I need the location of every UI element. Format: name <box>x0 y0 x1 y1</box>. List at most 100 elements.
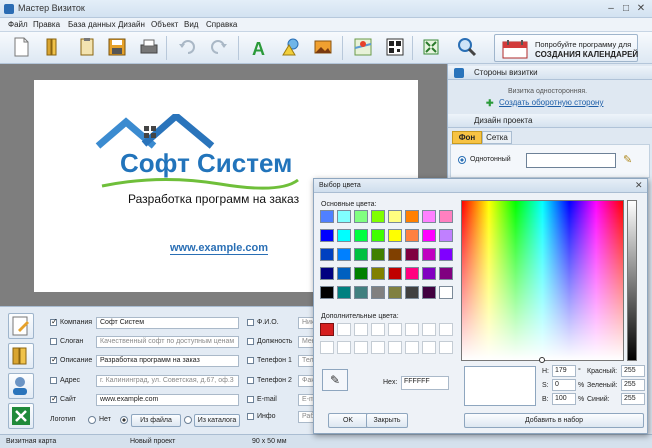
menu-database[interactable]: База данных <box>68 20 116 29</box>
custom-color-swatch[interactable] <box>388 323 402 336</box>
new-file-icon[interactable] <box>10 36 32 58</box>
menu-view[interactable]: Вид <box>184 20 198 29</box>
basic-color-swatch[interactable] <box>405 267 419 280</box>
red-input[interactable]: 255 <box>621 365 645 377</box>
brightness-slider[interactable] <box>627 200 637 361</box>
basic-color-swatch[interactable] <box>320 210 334 223</box>
menu-edit[interactable]: Правка <box>33 20 60 29</box>
menu-object[interactable]: Объект <box>151 20 178 29</box>
card-slogan-text[interactable]: Разработка программ на заказ <box>128 192 299 206</box>
basic-color-swatch[interactable] <box>422 286 436 299</box>
basic-color-swatch[interactable] <box>337 248 351 261</box>
custom-color-swatch[interactable] <box>388 341 402 354</box>
field-checkbox[interactable] <box>50 394 58 403</box>
custom-color-swatch[interactable] <box>422 323 436 336</box>
basic-color-swatch[interactable] <box>371 210 385 223</box>
sides-panel-header[interactable]: Стороны визитки <box>448 66 652 80</box>
basic-color-swatch[interactable] <box>388 248 402 261</box>
field-input[interactable]: Факс <box>298 375 314 387</box>
promo-calendar-button[interactable]: Попробуйте программу для СОЗДАНИЯ КАЛЕНД… <box>494 34 638 62</box>
basic-color-swatch[interactable] <box>439 210 453 223</box>
field-input[interactable]: Тел. <box>298 355 314 367</box>
basic-color-swatch[interactable] <box>354 286 368 299</box>
logo-file-radio[interactable] <box>120 416 128 424</box>
basic-color-swatch[interactable] <box>354 229 368 242</box>
basic-color-swatch[interactable] <box>320 267 334 280</box>
contacts-icon[interactable] <box>8 373 34 399</box>
basic-color-swatch[interactable] <box>320 286 334 299</box>
undo-icon[interactable] <box>176 36 198 58</box>
field-checkbox[interactable] <box>247 338 254 345</box>
field-input[interactable]: www.example.com <box>96 394 239 406</box>
text-tool-icon[interactable]: A <box>248 36 270 59</box>
menu-help[interactable]: Справка <box>206 20 237 29</box>
create-back-side-link[interactable]: Создать оборотную сторону <box>499 98 603 107</box>
custom-color-swatch[interactable] <box>405 341 419 354</box>
add-to-set-button[interactable]: Добавить в набор <box>464 413 644 428</box>
spectrum-cursor[interactable] <box>539 357 545 363</box>
field-checkbox[interactable] <box>50 338 57 345</box>
field-input[interactable]: Ники <box>298 317 314 329</box>
basic-color-swatch[interactable] <box>388 210 402 223</box>
tab-grid[interactable]: Сетка <box>482 131 512 144</box>
field-checkbox[interactable] <box>50 377 57 384</box>
redo-icon[interactable] <box>208 36 230 58</box>
eyedropper-icon[interactable]: ✎ <box>623 153 632 166</box>
dialog-close-icon[interactable]: ✕ <box>635 180 643 191</box>
field-input[interactable]: Качественный софт по доступным ценам <box>96 336 239 348</box>
basic-color-swatch[interactable] <box>439 229 453 242</box>
solid-fill-radio[interactable] <box>458 156 466 164</box>
basic-color-swatch[interactable] <box>337 267 351 280</box>
basic-color-swatch[interactable] <box>320 248 334 261</box>
design-panel-header[interactable]: Дизайн проекта <box>448 114 652 128</box>
minimize-button[interactable]: – <box>604 2 618 15</box>
dialog-close-button[interactable]: Закрыть <box>366 413 408 428</box>
zoom-icon[interactable] <box>456 36 478 58</box>
basic-color-swatch[interactable] <box>405 248 419 261</box>
template-icon[interactable] <box>76 36 98 58</box>
close-button[interactable]: ✕ <box>634 2 648 15</box>
blue-input[interactable]: 255 <box>621 393 645 405</box>
basic-color-swatch[interactable] <box>388 229 402 242</box>
basic-color-swatch[interactable] <box>405 210 419 223</box>
basic-color-swatch[interactable] <box>388 267 402 280</box>
field-checkbox[interactable] <box>247 413 254 420</box>
field-checkbox[interactable] <box>247 396 254 403</box>
logo-catalog-radio[interactable] <box>184 416 192 424</box>
custom-color-swatch[interactable] <box>439 323 453 336</box>
green-input[interactable]: 255 <box>621 379 645 391</box>
logo-none-radio[interactable] <box>88 416 96 424</box>
h-input[interactable]: 179 <box>552 365 576 377</box>
field-checkbox[interactable] <box>50 355 58 364</box>
basic-color-swatch[interactable] <box>388 286 402 299</box>
basic-color-swatch[interactable] <box>422 210 436 223</box>
open-file-icon[interactable] <box>42 36 64 58</box>
edit-text-icon[interactable] <box>8 313 34 339</box>
basic-color-swatch[interactable] <box>405 229 419 242</box>
basic-color-swatch[interactable] <box>371 229 385 242</box>
field-input[interactable]: Мене <box>298 336 314 348</box>
fit-page-icon[interactable] <box>420 36 442 58</box>
field-checkbox[interactable] <box>247 357 254 364</box>
hex-input[interactable]: FFFFFF <box>401 376 449 390</box>
custom-color-swatch[interactable] <box>354 323 368 336</box>
s-input[interactable]: 0 <box>552 379 576 391</box>
custom-color-swatch[interactable] <box>337 323 351 336</box>
field-input[interactable]: E-ma <box>298 394 314 406</box>
basic-color-swatch[interactable] <box>354 210 368 223</box>
basic-color-swatch[interactable] <box>422 267 436 280</box>
basic-color-swatch[interactable] <box>337 210 351 223</box>
custom-color-swatch[interactable] <box>320 323 334 336</box>
color-spectrum[interactable] <box>461 200 624 361</box>
tab-background[interactable]: Фон <box>452 131 482 144</box>
basic-color-swatch[interactable] <box>354 248 368 261</box>
card-site-text[interactable]: www.example.com <box>170 242 269 255</box>
custom-color-swatch[interactable] <box>354 341 368 354</box>
excel-icon[interactable] <box>8 403 34 429</box>
field-checkbox[interactable] <box>247 377 254 384</box>
basic-color-swatch[interactable] <box>439 248 453 261</box>
logo-from-file-button[interactable]: Из файла <box>131 414 181 427</box>
basic-color-swatch[interactable] <box>320 229 334 242</box>
basic-color-swatch[interactable] <box>439 286 453 299</box>
ok-button[interactable]: OK <box>328 413 368 428</box>
